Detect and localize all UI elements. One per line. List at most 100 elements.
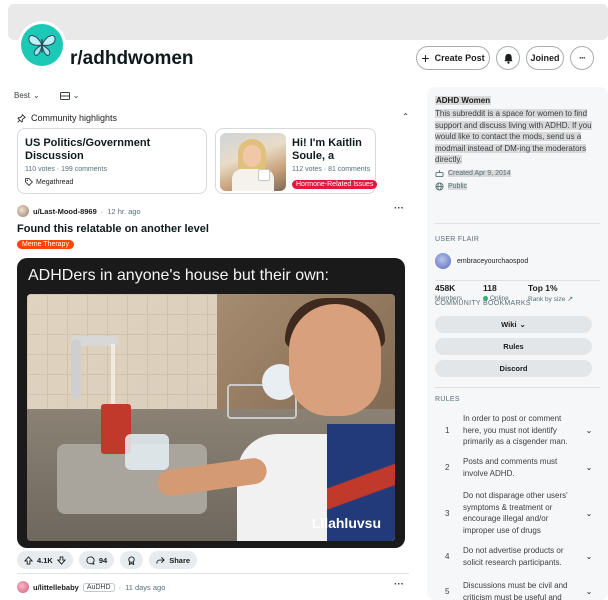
feed-controls: Best ⌄ ⌄	[14, 91, 79, 100]
tag-icon	[25, 178, 33, 186]
community-highlights-header[interactable]: Community highlights ⌃	[17, 112, 409, 124]
highlight-card[interactable]: Hi! I'm Kaitlin Soule, a licensed therap…	[215, 128, 378, 194]
upvote-icon	[24, 555, 33, 565]
notifications-button[interactable]	[496, 46, 520, 70]
bookmark-rules-button[interactable]: Rules	[435, 338, 592, 355]
rule-item[interactable]: 4 Do not advertise products or solicit r…	[435, 545, 597, 568]
bookmark-discord-button[interactable]: Discord	[435, 360, 592, 377]
flair-avatar	[435, 253, 451, 269]
chevron-down-icon: ⌄	[33, 91, 40, 100]
joined-button[interactable]: Joined	[526, 46, 564, 70]
user-flair-heading: USER FLAIR	[435, 236, 480, 243]
globe-icon	[435, 182, 444, 191]
chevron-down-icon: ⌄	[72, 91, 80, 100]
comment-icon	[86, 555, 95, 564]
post-flair[interactable]: Meme Therapy	[17, 240, 74, 249]
post-author[interactable]: u/littellebaby	[33, 583, 79, 592]
rank-by-size[interactable]: Top 1% Rank by size ↗	[528, 283, 573, 303]
sidebar-divider	[435, 223, 600, 224]
highlight-card[interactable]: US Politics/Government Discussion 110 vo…	[17, 128, 207, 194]
sort-label: Best	[14, 91, 31, 100]
chevron-down-icon: ⌄	[585, 425, 593, 435]
megathread-label: Megathread	[36, 178, 74, 186]
cake-icon	[435, 170, 444, 177]
chevron-down-icon: ⌄	[585, 587, 593, 596]
highlight-meta: 110 votes · 199 comments	[25, 166, 107, 173]
downvote-icon	[56, 555, 66, 565]
post-more-button[interactable]: ···	[394, 579, 404, 590]
chevron-down-icon: ⌄	[519, 320, 526, 329]
post-title[interactable]: Found this relatable on another level	[17, 223, 209, 235]
bookmark-wiki-button[interactable]: Wiki ⌄	[435, 316, 592, 333]
post-more-button[interactable]: ···	[394, 203, 404, 214]
more-options-button[interactable]: ···	[570, 46, 594, 70]
highlight-meta: 112 votes · 81 comments	[292, 166, 371, 173]
community-sidebar: ADHD Women This subreddit is a space for…	[427, 87, 608, 600]
post-actions: 4.1K 94 Share	[17, 551, 198, 569]
award-button[interactable]	[120, 551, 144, 569]
post-divider	[17, 573, 409, 574]
external-link-icon: ↗	[567, 296, 574, 303]
rule-item[interactable]: 5 Discussions must be civil and criticis…	[435, 580, 597, 600]
created-text: Created Apr 9, 2014	[448, 169, 511, 177]
megathread-tag: Megathread	[25, 178, 73, 186]
post-media[interactable]: ADHDers in anyone's house but their own:…	[17, 258, 405, 548]
highlight-comments: 81 comments	[328, 166, 371, 173]
sidebar-divider	[435, 280, 600, 281]
user-flair-badge: AuDHD	[82, 582, 115, 592]
post-author[interactable]: u/Last-Mood-8969	[33, 207, 97, 216]
post-time: 11 days ago	[125, 582, 166, 592]
media-watermark: Lilahluvsu	[311, 515, 381, 531]
user-avatar[interactable]	[17, 205, 29, 217]
post-meta: u/Last-Mood-8969 · 12 hr. ago	[17, 205, 141, 217]
post-meta: u/littellebaby AuDHD · 11 days ago	[17, 581, 165, 593]
community-title: ADHD Women	[435, 96, 492, 105]
chevron-up-icon: ⌃	[402, 112, 409, 121]
comments-button[interactable]: 94	[78, 551, 115, 569]
highlight-title: US Politics/Government Discussion	[25, 137, 151, 162]
share-icon	[156, 556, 165, 564]
highlights-title: Community highlights	[31, 113, 118, 123]
media-caption: ADHDers in anyone's house but their own:	[28, 267, 329, 284]
joined-label: Joined	[530, 53, 560, 63]
rules-heading: RULES	[435, 396, 460, 403]
sort-dropdown[interactable]: Best ⌄	[14, 91, 40, 100]
plus-icon: +	[421, 50, 430, 66]
rule-item[interactable]: 2 Posts and comments must involve ADHD. …	[435, 456, 597, 479]
highlight-thumbnail	[220, 133, 286, 191]
community-banner	[8, 4, 608, 40]
visibility: Public	[435, 182, 468, 191]
bell-icon	[503, 53, 513, 64]
post-flair[interactable]: Hormone-Related Issues	[292, 180, 378, 189]
create-post-label: Create Post	[434, 53, 485, 63]
rule-item[interactable]: 3 Do not disparage other users' symptoms…	[435, 490, 597, 536]
media-image: Lilahluvsu	[27, 294, 395, 541]
chevron-down-icon: ⌄	[585, 508, 593, 518]
bookmarks-heading: COMMUNITY BOOKMARKS	[435, 300, 531, 307]
sidebar-divider	[435, 387, 600, 388]
share-label: Share	[169, 555, 191, 565]
rule-item[interactable]: 1 In order to post or comment here, you …	[435, 413, 597, 448]
highlight-votes: 112 votes	[292, 166, 322, 173]
subreddit-name: r/adhdwomen	[70, 48, 194, 69]
view-toggle[interactable]: ⌄	[59, 91, 80, 100]
highlight-votes: 110 votes	[25, 166, 55, 173]
more-icon: ···	[579, 53, 586, 63]
user-flair[interactable]: embraceyourchaospod	[435, 253, 528, 269]
comment-count: 94	[98, 555, 108, 565]
community-avatar[interactable]	[18, 21, 66, 69]
vote-control[interactable]: 4.1K	[17, 551, 73, 569]
layout-icon	[59, 91, 70, 100]
visibility-text: Public	[448, 183, 468, 190]
chevron-down-icon: ⌄	[585, 552, 593, 561]
create-post-button[interactable]: + Create Post	[416, 46, 490, 70]
award-icon	[128, 555, 135, 565]
share-button[interactable]: Share	[149, 551, 198, 569]
created-date: Created Apr 9, 2014	[435, 169, 511, 177]
pin-icon	[17, 113, 26, 123]
highlight-title: Hi! I'm Kaitlin Soule, a licensed therap…	[292, 137, 362, 162]
butterfly-icon	[28, 35, 56, 56]
user-avatar[interactable]	[17, 581, 29, 593]
chevron-down-icon: ⌄	[585, 463, 593, 472]
community-description: This subreddit is a space for women to f…	[435, 109, 592, 164]
